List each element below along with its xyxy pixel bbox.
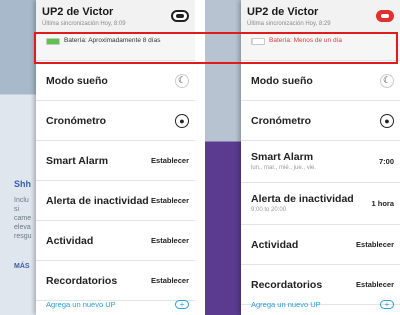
menu-item-value: Establecer xyxy=(151,236,189,245)
menu-item-inactivity-alert[interactable]: Alerta de inactividad Establecer xyxy=(36,181,195,221)
menu-item-stopwatch[interactable]: Cronómetro ● xyxy=(241,101,400,141)
stopwatch-icon: ● xyxy=(380,113,394,128)
background-text: resgu xyxy=(14,233,32,240)
menu-item-sleep-mode[interactable]: Modo sueño ☾ xyxy=(241,61,400,101)
menu-item-activity[interactable]: Actividad Establecer xyxy=(241,225,400,265)
battery-icon xyxy=(251,38,265,45)
menu-item-label: Recordatorios xyxy=(46,274,118,287)
last-sync-text: Última sincronización Hoy, 8:29 xyxy=(247,21,331,27)
menu-item-smart-alarm[interactable]: Smart Alarm Establecer xyxy=(36,141,195,181)
menu-item-subtitle: 9:00 to 20:00 xyxy=(251,207,287,213)
battery-status: Batería: Menos de un día xyxy=(269,37,342,44)
battery-icon xyxy=(46,38,60,45)
moon-icon: ☾ xyxy=(175,73,189,88)
add-band-icon: + xyxy=(175,300,189,309)
menu-item-label: Recordatorios xyxy=(251,278,323,291)
menu-item-value: Establecer xyxy=(151,196,189,205)
menu-item-smart-alarm[interactable]: Smart Alarm lun., mar., mié., jue., vie.… xyxy=(241,141,400,183)
moon-icon: ☾ xyxy=(380,73,394,88)
stopwatch-icon: ● xyxy=(175,113,189,128)
background-text: eleva xyxy=(14,224,31,231)
menu-item-label: Modo sueño xyxy=(251,74,313,87)
battery-status: Batería: Aproximadamente 8 días xyxy=(64,37,161,44)
left-screenshot: Shh Inclu si came eleva resgu MÁS UP2 de… xyxy=(0,0,195,315)
menu-item-value: Establecer xyxy=(151,156,189,165)
menu-item-subtitle: lun., mar., mié., jue., vie. xyxy=(251,165,317,171)
drawer-header: UP2 de Victor Última sincronización Hoy,… xyxy=(36,0,195,32)
menu-item-inactivity-alert[interactable]: Alerta de inactividad 9:00 to 20:00 1 ho… xyxy=(241,183,400,225)
menu-item-label: Alerta de inactividad xyxy=(251,193,354,205)
add-up-link[interactable]: Agrega un nuevo UP + xyxy=(251,300,394,309)
drawer-header: UP2 de Victor Última sincronización Hoy,… xyxy=(241,0,400,32)
menu-item-value: Establecer xyxy=(151,276,189,285)
add-up-link[interactable]: Agrega un nuevo UP + xyxy=(46,300,189,309)
background-strip xyxy=(205,0,241,315)
band-icon[interactable] xyxy=(376,10,394,22)
band-icon[interactable] xyxy=(171,10,189,22)
menu-item-sleep-mode[interactable]: Modo sueño ☾ xyxy=(36,61,195,101)
menu-item-label: Cronómetro xyxy=(251,114,312,127)
menu-item-reminders[interactable]: Recordatorios Establecer xyxy=(36,261,195,301)
menu-item-value: 7:00 xyxy=(378,157,394,166)
battery-row: Batería: Aproximadamente 8 días xyxy=(36,32,195,61)
menu-item-label: Modo sueño xyxy=(46,74,108,87)
background-text: came xyxy=(14,215,32,222)
right-screenshot: UP2 de Victor Última sincronización Hoy,… xyxy=(205,0,400,315)
menu-item-label: Smart Alarm xyxy=(46,154,109,167)
add-up-label: Agrega un nuevo UP xyxy=(251,300,321,309)
menu-item-value: Establecer xyxy=(356,280,394,289)
settings-drawer: UP2 de Victor Última sincronización Hoy,… xyxy=(36,0,195,315)
add-up-label: Agrega un nuevo UP xyxy=(46,300,116,309)
add-band-icon: + xyxy=(380,300,394,309)
background-more-link[interactable]: MÁS xyxy=(14,262,30,271)
menu-item-stopwatch[interactable]: Cronómetro ● xyxy=(36,101,195,141)
menu-item-label: Actividad xyxy=(46,234,94,247)
menu-item-label: Actividad xyxy=(251,238,299,251)
menu-item-label: Alerta de inactividad xyxy=(46,194,149,207)
background-heading: Shh xyxy=(14,179,31,189)
battery-row: Batería: Menos de un día xyxy=(241,32,400,61)
last-sync-text: Última sincronización Hoy, 8:09 xyxy=(42,21,126,27)
menu-item-label: Smart Alarm xyxy=(251,151,314,163)
menu-item-value: Establecer xyxy=(356,240,394,249)
menu-item-activity[interactable]: Actividad Establecer xyxy=(36,221,195,261)
menu-item-label: Cronómetro xyxy=(46,114,107,127)
background-text: Inclu xyxy=(14,197,29,204)
menu-item-value: 1 hora xyxy=(371,199,394,208)
menu-item-reminders[interactable]: Recordatorios Establecer xyxy=(241,265,400,305)
settings-drawer: UP2 de Victor Última sincronización Hoy,… xyxy=(241,0,400,315)
background-text: si xyxy=(14,206,20,213)
